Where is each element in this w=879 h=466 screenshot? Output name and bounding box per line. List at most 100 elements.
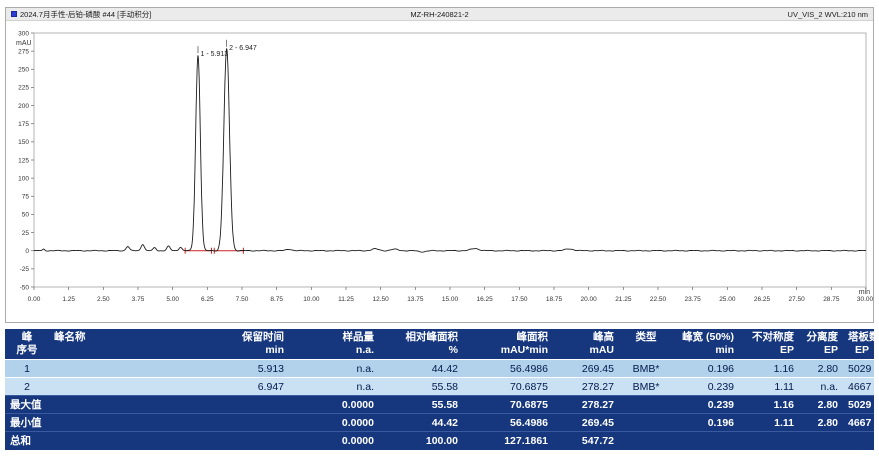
peak-cell: 278.27 <box>553 378 619 396</box>
x-tick-label: 21.25 <box>615 296 632 303</box>
x-tick-label: 11.25 <box>338 296 354 303</box>
summary-cell: 70.6875 <box>463 396 553 414</box>
summary-label: 最小值 <box>5 414 144 432</box>
x-tick-label: 22.50 <box>650 296 667 303</box>
summary-cell: 2.80 <box>799 396 843 414</box>
injection-name: 2024.7月手性-后铂-磷酸 #44 [手动积分] <box>20 9 151 20</box>
summary-cell: 269.45 <box>553 414 619 432</box>
column-unit: n.a. <box>294 344 374 357</box>
plot-frame <box>34 33 866 287</box>
summary-cell: 1.11 <box>739 414 799 432</box>
summary-cell <box>673 432 739 450</box>
column-unit: % <box>384 344 458 357</box>
column-title: 峰宽 (50%) <box>678 331 734 344</box>
channel-color-swatch-icon <box>11 11 17 17</box>
y-tick-label: 300 <box>18 30 29 37</box>
y-tick-label: 275 <box>18 48 29 55</box>
summary-cell: 44.42 <box>379 414 463 432</box>
summary-cell: 547.72 <box>553 432 619 450</box>
chromatogram-panel: 2024.7月手性-后铂-磷酸 #44 [手动积分] MZ-RH-240821-… <box>5 7 874 323</box>
x-tick-label: 13.75 <box>407 296 424 303</box>
column-header-8: 峰宽 (50%)min <box>673 329 739 360</box>
summary-cell: 1.16 <box>739 396 799 414</box>
peak-cell: 6.947 <box>144 378 289 396</box>
peak-label: 2 - 6.947 <box>229 45 257 52</box>
peak-cell: 56.4986 <box>463 360 553 378</box>
x-tick-label: 7.50 <box>236 296 249 303</box>
x-tick-label: 25.00 <box>719 296 736 303</box>
summary-cell <box>144 432 289 450</box>
table-body: 15.913n.a.44.4256.4986269.45BMB*0.1961.1… <box>5 360 874 450</box>
summary-cell: 127.1861 <box>463 432 553 450</box>
column-header-0: 峰序号 <box>5 329 49 360</box>
peak-cell: BMB* <box>619 378 673 396</box>
table-header: 峰序号峰名称保留时间min样品量n.a.相对峰面积%峰面积mAU*min峰高mA… <box>5 329 874 360</box>
column-header-4: 相对峰面积% <box>379 329 463 360</box>
peak-cell: n.a. <box>289 378 379 396</box>
summary-cell: 56.4986 <box>463 414 553 432</box>
column-unit: EP <box>744 344 794 357</box>
column-title: 分离度 <box>804 331 838 344</box>
column-header-3: 样品量n.a. <box>289 329 379 360</box>
x-tick-label: 23.75 <box>685 296 702 303</box>
sample-name: MZ-RH-240821-2 <box>410 10 468 19</box>
peak-cell: n.a. <box>799 378 843 396</box>
peak-cell: n.a. <box>289 360 379 378</box>
peak-cell: 4667 <box>843 378 874 396</box>
column-unit: min <box>149 344 284 357</box>
summary-cell <box>619 432 673 450</box>
y-tick-label: 25 <box>22 230 30 237</box>
summary-cell <box>144 414 289 432</box>
peak-cell: 2.80 <box>799 360 843 378</box>
summary-cell <box>739 432 799 450</box>
column-title: 塔板数 <box>848 331 869 344</box>
summary-cell: 278.27 <box>553 396 619 414</box>
y-tick-label: -50 <box>20 284 30 291</box>
peak-cell: 0.196 <box>673 360 739 378</box>
column-title: 样品量 <box>294 331 374 344</box>
peak-row: 26.947n.a.55.5870.6875278.27BMB*0.2391.1… <box>5 378 874 396</box>
column-unit: min <box>678 344 734 357</box>
summary-cell <box>144 396 289 414</box>
column-header-2: 保留时间min <box>144 329 289 360</box>
summary-row: 最小值0.000044.4256.4986269.450.1961.112.80… <box>5 414 874 432</box>
x-tick-label: 10.00 <box>303 296 320 303</box>
peak-cell: 0.239 <box>673 378 739 396</box>
summary-label: 总和 <box>5 432 144 450</box>
column-title: 相对峰面积 <box>384 331 458 344</box>
peak-cell: BMB* <box>619 360 673 378</box>
column-header-7: 类型 <box>619 329 673 360</box>
peak-cell: 5029 <box>843 360 874 378</box>
x-tick-label: 5.00 <box>166 296 179 303</box>
summary-cell: 0.239 <box>673 396 739 414</box>
y-tick-label: 150 <box>18 139 29 146</box>
peak-cell: 5.913 <box>144 360 289 378</box>
y-axis-unit: mAU <box>16 40 32 47</box>
chromatogram-plot[interactable]: -50-250255075100125150175200225250275300… <box>6 21 873 317</box>
y-tick-label: 225 <box>18 85 29 92</box>
y-tick-label: 0 <box>25 248 29 255</box>
x-tick-label: 2.50 <box>97 296 110 303</box>
x-tick-label: 17.50 <box>511 296 528 303</box>
integration-results: 峰序号峰名称保留时间min样品量n.a.相对峰面积%峰面积mAU*min峰高mA… <box>5 329 874 450</box>
column-unit: 序号 <box>10 344 44 357</box>
summary-cell: 55.58 <box>379 396 463 414</box>
column-title: 峰名称 <box>54 331 139 344</box>
x-tick-label: 28.75 <box>823 296 840 303</box>
peak-cell: 70.6875 <box>463 378 553 396</box>
column-header-10: 分离度EP <box>799 329 843 360</box>
column-header-5: 峰面积mAU*min <box>463 329 553 360</box>
summary-cell: 0.196 <box>673 414 739 432</box>
peak-cell <box>49 378 144 396</box>
y-tick-label: 125 <box>18 157 29 164</box>
x-tick-label: 12.50 <box>373 296 390 303</box>
summary-cell: 100.00 <box>379 432 463 450</box>
column-header-6: 峰高mAU <box>553 329 619 360</box>
summary-cell: 0.0000 <box>289 432 379 450</box>
column-unit: mAU <box>558 344 614 357</box>
x-tick-label: 6.25 <box>201 296 214 303</box>
peak-row: 15.913n.a.44.4256.4986269.45BMB*0.1961.1… <box>5 360 874 378</box>
x-tick-label: 15.00 <box>442 296 459 303</box>
peak-cell: 44.42 <box>379 360 463 378</box>
summary-cell: 0.0000 <box>289 414 379 432</box>
